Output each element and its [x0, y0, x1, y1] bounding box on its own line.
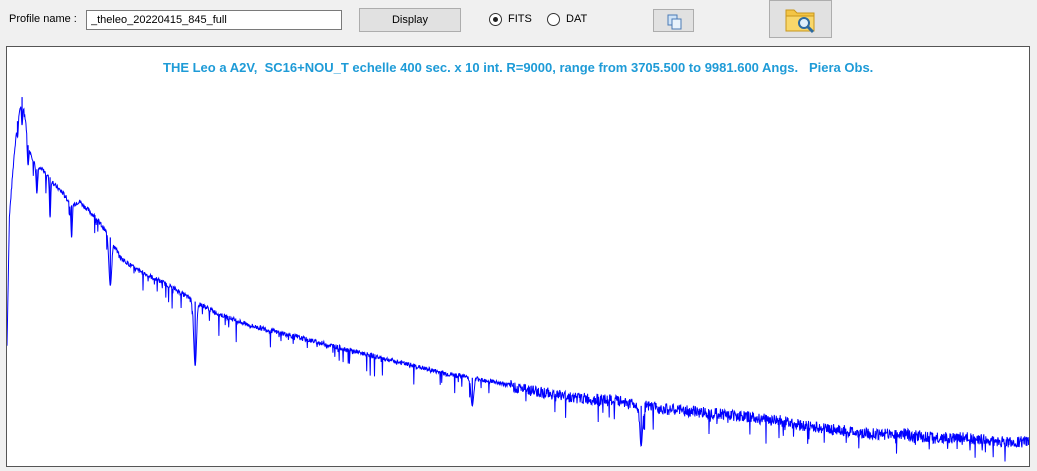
open-file-button[interactable]: [769, 0, 832, 38]
dat-radio[interactable]: [547, 13, 560, 26]
spectrum-line: [7, 106, 1029, 462]
radio-selected-dot: [493, 17, 498, 22]
folder-search-icon: [785, 9, 815, 34]
profile-name-input[interactable]: [86, 10, 342, 30]
copy-icon: [667, 14, 682, 30]
spectrum-chart: [7, 97, 1029, 462]
spectrum-plot: THE Leo a A2V, SC16+NOU_T echelle 400 se…: [6, 46, 1030, 467]
copy-button[interactable]: [653, 9, 694, 32]
plot-title: THE Leo a A2V, SC16+NOU_T echelle 400 se…: [163, 60, 874, 75]
fits-radio-label[interactable]: FITS: [508, 13, 532, 25]
display-button[interactable]: Display: [359, 8, 461, 32]
dat-radio-label[interactable]: DAT: [566, 13, 587, 25]
toolbar: Profile name : Display FITS DAT: [0, 0, 1037, 44]
fits-radio[interactable]: [489, 13, 502, 26]
profile-name-label: Profile name :: [9, 13, 77, 25]
